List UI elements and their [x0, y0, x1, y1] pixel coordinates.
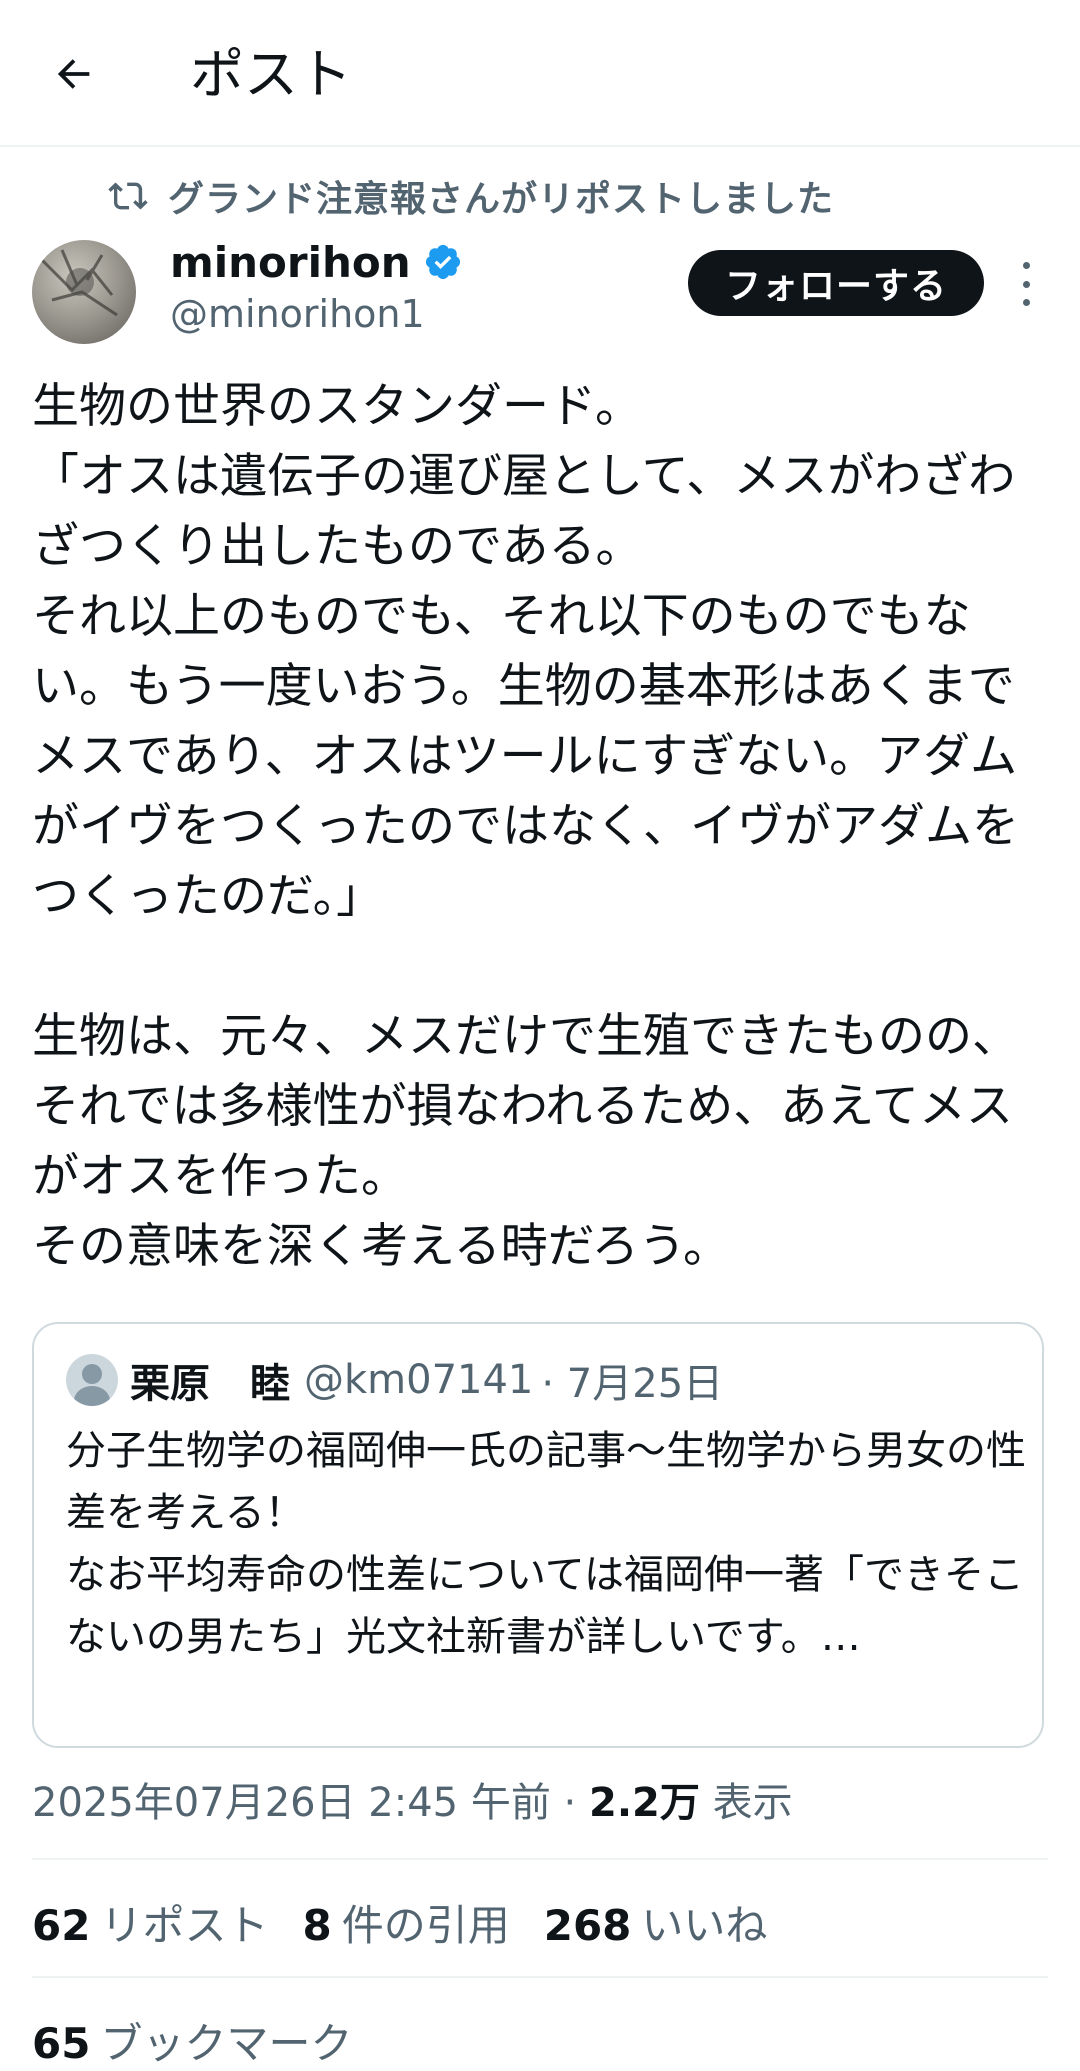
quoted-author-handle: @km07141 [304, 1357, 534, 1403]
quotes-label: 件の引用 [341, 1901, 510, 1950]
dot-icon [1022, 262, 1030, 269]
author-handle[interactable]: @minorihon1 [170, 292, 425, 336]
default-avatar-icon [66, 1354, 118, 1406]
author-name[interactable]: minorihon [170, 238, 411, 287]
author-name-row[interactable]: minorihon [170, 232, 463, 292]
quoted-post-date: · 7月25日 [541, 1361, 724, 1407]
more-options-button[interactable] [1012, 262, 1040, 306]
top-bar: ポスト [0, 0, 1080, 147]
back-button[interactable] [38, 38, 110, 110]
avatar-image [40, 249, 118, 317]
bookmarks-stat[interactable]: 65 ブックマーク [32, 2010, 352, 2071]
post-metadata: 2025年07月26日 2:45 午前 · 2.2万 表示 [32, 1770, 793, 1828]
reposts-label: リポスト [100, 1901, 269, 1950]
likes-label: いいね [641, 1901, 768, 1950]
follow-button[interactable]: フォローする [688, 250, 984, 316]
divider [32, 1858, 1048, 1860]
quotes-stat[interactable]: 8 件の引用 [302, 1892, 509, 1953]
quotes-count: 8 [302, 1901, 332, 1950]
quoted-post-text: 分子生物学の福岡伸一氏の記事～生物学から男女の性差を考える！ なお平均寿命の性差… [66, 1428, 1026, 1660]
likes-stat[interactable]: 268 いいね [544, 1892, 768, 1953]
verified-badge-icon [425, 244, 460, 280]
views-label: 表示 [712, 1780, 793, 1826]
dot-icon [1022, 299, 1030, 306]
bookmarks-count: 65 [32, 2019, 91, 2068]
likes-count: 268 [543, 1901, 632, 1950]
page-title: ポスト [190, 43, 352, 106]
reposts-count: 62 [32, 1901, 91, 1950]
views-count: 2.2万 [589, 1780, 700, 1826]
arrow-left-icon [57, 59, 90, 89]
engagement-stats: 62 リポスト 8 件の引用 268 いいね [32, 1892, 801, 1953]
avatar[interactable] [32, 240, 136, 344]
dot-icon [1022, 280, 1030, 288]
repost-context[interactable]: グランド注意報さんがリポストしました [108, 172, 834, 220]
post-timestamp: 2025年07月26日 2:45 午前 · [32, 1780, 577, 1826]
repost-text: グランド注意報さんがリポストしました [168, 179, 835, 220]
repost-icon [108, 182, 148, 210]
bookmarks-label: ブックマーク [100, 2019, 353, 2068]
quoted-post-header: 栗原 睦 @km07141 · 7月25日 [66, 1352, 723, 1408]
quoted-author-name: 栗原 睦 [130, 1361, 290, 1407]
divider [32, 1976, 1048, 1978]
post-text: 生物の世界のスタンダード。 「オスは遺伝子の運び屋として、メスがわざわざつくり出… [32, 379, 1019, 1274]
quoted-post[interactable]: 栗原 睦 @km07141 · 7月25日 分子生物学の福岡伸一氏の記事～生物学… [32, 1322, 1044, 1748]
reposts-stat[interactable]: 62 リポスト [32, 1892, 268, 1953]
